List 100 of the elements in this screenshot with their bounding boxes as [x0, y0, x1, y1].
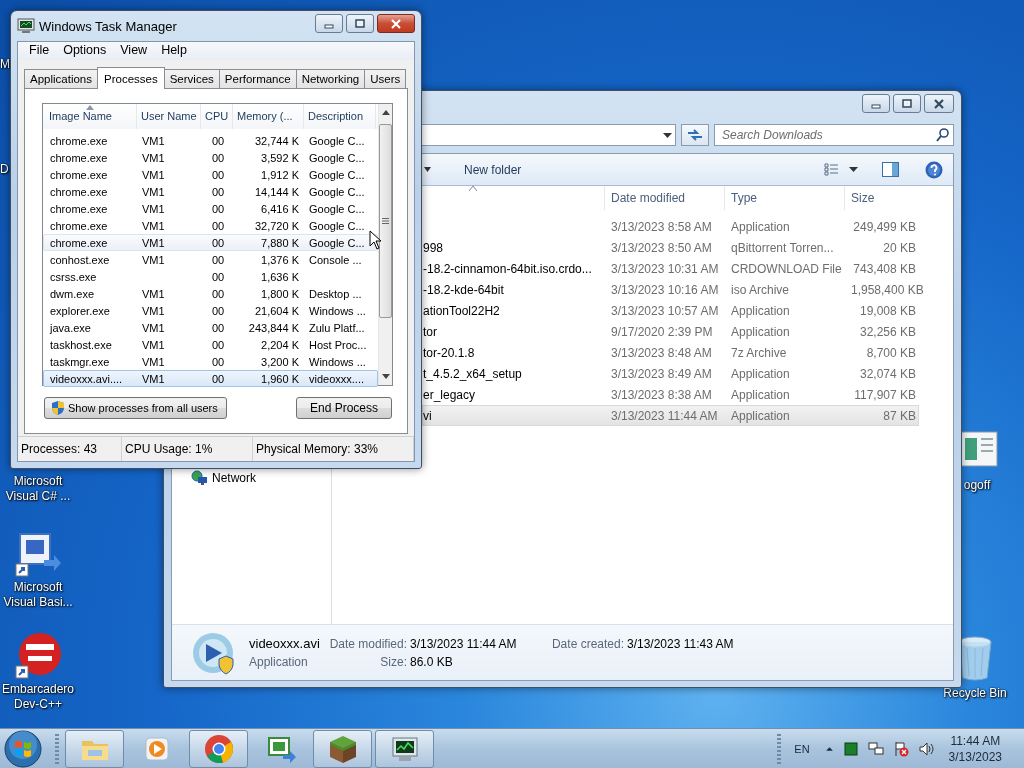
- process-row[interactable]: explorer.exe VM1 00 21,604 K Windows ...: [43, 302, 378, 319]
- process-row[interactable]: videoxxx.avi.... VM1 00 1,960 K videoxxx....: [43, 370, 378, 387]
- date-cell-text: 3/13/2023 8:48 AM: [610, 345, 713, 360]
- type-cell-text: 7z Archive: [730, 345, 788, 360]
- process-row[interactable]: chrome.exe VM1 00 3,592 K Google C...: [43, 149, 378, 166]
- minimize-button[interactable]: [862, 94, 890, 113]
- maximize-button[interactable]: [893, 94, 921, 113]
- close-button[interactable]: [924, 94, 954, 113]
- process-row[interactable]: chrome.exe VM1 00 14,144 K Google C...: [43, 183, 378, 200]
- cpu-cell-text: 00: [210, 202, 226, 215]
- file-row[interactable]: 3/13/2023 8:58 AM Application 249,499 KB: [422, 216, 919, 237]
- user-name: VM1: [141, 287, 166, 300]
- status-text: Physical Memory: 33%: [253, 437, 414, 461]
- preview-pane-icon[interactable]: [882, 162, 899, 177]
- help-icon[interactable]: [925, 160, 943, 179]
- column-header[interactable]: Memory (...: [233, 104, 304, 129]
- desktop-icon-label[interactable]: Microsoft Visual C# ...: [0, 474, 76, 504]
- tab[interactable]: Applications: [24, 69, 98, 88]
- maximize-button[interactable]: [346, 14, 374, 33]
- tab[interactable]: Processes: [97, 67, 165, 89]
- scroll-down-arrow-icon[interactable]: [381, 374, 390, 379]
- desktop-icon-label[interactable]: Recycle Bin: [943, 686, 1007, 701]
- file-row[interactable]: vi 3/13/2023 11:44 AM Application 87 KB: [422, 405, 919, 426]
- menu-item[interactable]: File: [22, 42, 57, 60]
- file-row[interactable]: tor 9/17/2020 2:39 PM Application 32,256 KB: [422, 321, 919, 342]
- file-row[interactable]: er_legacy 3/13/2023 8:38 AM Application 117,907 KB: [422, 384, 919, 405]
- clock[interactable]: 11:44 AM 3/13/2023: [948, 732, 1002, 765]
- process-row[interactable]: taskhost.exe VM1 00 2,204 K Host Proc...: [43, 336, 378, 353]
- language-indicator[interactable]: EN: [794, 742, 810, 755]
- minimize-button[interactable]: [315, 14, 343, 33]
- close-button[interactable]: [377, 14, 415, 33]
- file-row[interactable]: ationTool22H2 3/13/2023 10:57 AM Application 19,008 KB: [422, 300, 919, 321]
- view-options-icon[interactable]: [824, 163, 839, 176]
- user-name: VM1: [141, 134, 166, 147]
- dropdown-caret-icon[interactable]: [663, 132, 672, 138]
- speaker-icon[interactable]: [917, 740, 934, 757]
- end-process-button[interactable]: End Process: [296, 397, 392, 419]
- dropdown-caret-icon[interactable]: [424, 167, 431, 172]
- nav-item[interactable]: Network: [191, 470, 331, 486]
- file-row[interactable]: tor-20.1.8 3/13/2023 8:48 AM 7z Archive 8,700 KB: [422, 342, 919, 363]
- file-row[interactable]: t_4.5.2_x64_setup 3/13/2023 8:49 AM Application 32,074 KB: [422, 363, 919, 384]
- process-name: java.exe: [48, 321, 92, 334]
- show-all-processes-button[interactable]: Show processes from all users: [44, 397, 227, 419]
- process-row[interactable]: chrome.exe VM1 00 32,744 K Google C...: [43, 132, 378, 149]
- process-row[interactable]: java.exe VM1 00 243,844 K Zulu Platf...: [43, 319, 378, 336]
- tab[interactable]: Users: [364, 69, 407, 88]
- cpu-cell-text: 00: [210, 219, 226, 232]
- column-header[interactable]: Description: [304, 104, 376, 129]
- process-row[interactable]: dwm.exe VM1 00 1,800 K Desktop ...: [43, 285, 378, 302]
- desktop-icon-label[interactable]: M: [0, 57, 10, 72]
- toolbar-button[interactable]: New folder: [458, 159, 528, 180]
- taskbar-app-button[interactable]: [313, 729, 372, 768]
- column-header[interactable]: CPU: [201, 104, 233, 129]
- status-indicator-icon[interactable]: [842, 740, 859, 757]
- taskbar-app-button[interactable]: [375, 729, 434, 768]
- desktop-icon-label[interactable]: Embarcadero Dev-C++: [0, 682, 76, 712]
- process-row[interactable]: taskmgr.exe VM1 00 3,200 K Windows ...: [43, 353, 378, 370]
- menu-item[interactable]: Options: [56, 42, 114, 60]
- type-cell-text: Application: [730, 387, 791, 402]
- search-field[interactable]: Search Downloads: [714, 124, 954, 146]
- network-icon[interactable]: [867, 740, 884, 757]
- start-button[interactable]: [3, 728, 43, 768]
- description-cell-text: Console ...: [308, 253, 363, 266]
- cpu-cell-text: 00: [210, 270, 226, 283]
- process-row[interactable]: chrome.exe VM1 00 32,720 K Google C...: [43, 217, 378, 234]
- type-cell-text: Application: [730, 219, 791, 234]
- scrollbar[interactable]: [378, 104, 392, 385]
- process-row[interactable]: csrss.exe 00 1,636 K: [43, 268, 378, 285]
- tab[interactable]: Networking: [295, 69, 366, 88]
- cpu-cell-text: 00: [210, 338, 226, 351]
- menu-item[interactable]: View: [113, 42, 155, 60]
- scroll-up-arrow-icon[interactable]: [381, 110, 390, 115]
- column-header[interactable]: Size: [844, 186, 919, 210]
- type-cell-text: CRDOWNLOAD File: [730, 261, 843, 276]
- process-row[interactable]: chrome.exe VM1 00 7,880 K Google C...: [43, 234, 378, 251]
- process-row[interactable]: conhost.exe VM1 00 1,376 K Console ...: [43, 251, 378, 268]
- cpu-cell-text: 00: [210, 151, 226, 164]
- file-name: ationTool22H2: [423, 303, 501, 318]
- chrome-icon: [202, 732, 235, 765]
- action-center-flag-icon[interactable]: [892, 740, 909, 757]
- file-row[interactable]: 998 3/13/2023 8:50 AM qBittorrent Torren... 20 KB: [422, 237, 919, 258]
- desktop-icon-label[interactable]: D: [0, 162, 9, 177]
- column-header[interactable]: User Name: [137, 104, 201, 129]
- column-header[interactable]: Type: [724, 186, 844, 210]
- process-row[interactable]: chrome.exe VM1 00 6,416 K Google C...: [43, 200, 378, 217]
- tab[interactable]: Services: [163, 69, 220, 88]
- file-row[interactable]: -18.2-cinnamon-64bit.iso.crdo... 3/13/2023 10:31 AM CRDOWNLOAD File 743,408 KB: [422, 258, 919, 279]
- process-name: chrome.exe: [49, 168, 109, 181]
- search-input[interactable]: Search Downloads: [722, 126, 936, 144]
- process-row[interactable]: chrome.exe VM1 00 1,912 K Google C...: [43, 166, 378, 183]
- dropdown-caret-icon[interactable]: [849, 167, 858, 172]
- column-header[interactable]: Date modified: [604, 186, 724, 210]
- menu-item[interactable]: Help: [154, 42, 194, 60]
- desktop-icon-label[interactable]: Microsoft Visual Basi...: [0, 580, 76, 610]
- column-header[interactable]: Image Name: [45, 104, 137, 129]
- desktop-icon-label[interactable]: ogoff: [963, 478, 991, 493]
- process-name: taskhost.exe: [49, 338, 113, 351]
- cpu-cell-text: 00: [210, 321, 226, 334]
- tab[interactable]: Performance: [218, 69, 297, 88]
- refresh-button[interactable]: [681, 124, 709, 146]
